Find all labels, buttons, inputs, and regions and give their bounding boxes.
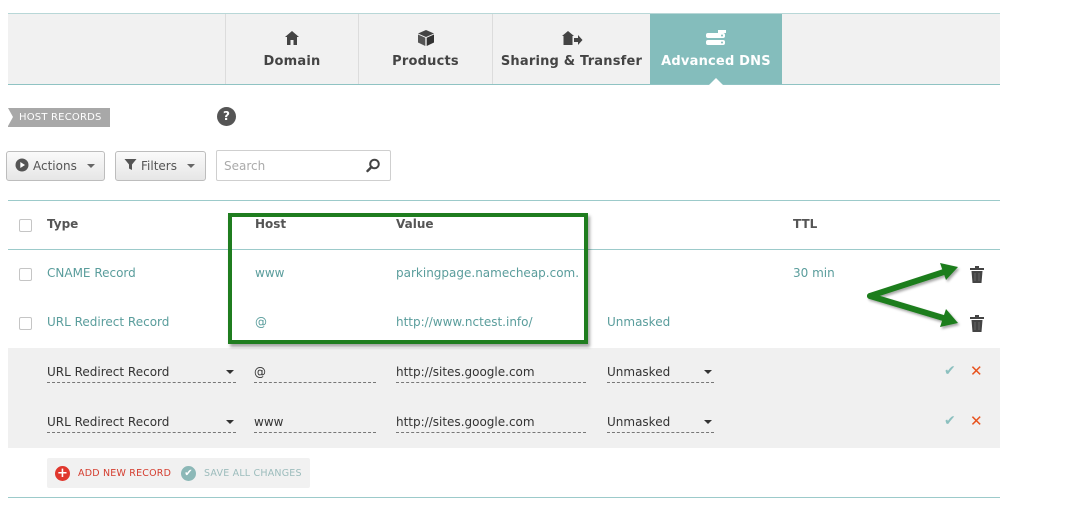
table-top-border <box>8 200 1000 201</box>
tab-label: Domain <box>263 54 321 69</box>
box-icon <box>417 28 435 48</box>
tab-label: Products <box>392 54 459 69</box>
mode-select[interactable]: Unmasked <box>607 364 714 383</box>
mode-select-value: Unmasked <box>607 365 671 379</box>
actions-button[interactable]: Actions <box>6 151 105 181</box>
host-field-value: @ <box>254 365 266 379</box>
annotation-highlight-box <box>228 213 588 344</box>
tab-label: Sharing & Transfer <box>500 54 643 69</box>
host-records-label: HOST RECORDS <box>8 108 110 127</box>
house-icon <box>284 28 300 48</box>
tab-label: Advanced DNS <box>661 54 771 69</box>
tab-bar: Domain Products Sharing & Transfer Advan… <box>8 13 1000 85</box>
row-checkbox[interactable] <box>19 268 32 281</box>
add-new-record-button[interactable]: + ADD NEW RECORD <box>47 458 180 488</box>
close-icon[interactable]: ✕ <box>970 412 983 430</box>
active-tab-caret <box>709 78 723 85</box>
save-all-changes-button[interactable]: ✔ SAVE ALL CHANGES <box>173 458 310 488</box>
filter-icon <box>124 158 137 174</box>
value-field-value: http://sites.google.com <box>396 365 535 379</box>
value-field-value: http://sites.google.com <box>396 415 535 429</box>
search-input[interactable] <box>217 151 357 180</box>
value-field[interactable]: http://sites.google.com <box>396 364 586 383</box>
tab-domain[interactable]: Domain <box>225 14 358 84</box>
help-icon[interactable]: ? <box>217 107 236 126</box>
check-circle-icon: ✔ <box>181 465 196 481</box>
trash-icon[interactable] <box>970 266 984 287</box>
mode-select-value: Unmasked <box>607 415 671 429</box>
check-icon[interactable]: ✔ <box>944 363 956 379</box>
transfer-icon <box>561 28 583 48</box>
header-type: Type <box>47 217 79 231</box>
filters-button[interactable]: Filters <box>115 151 206 181</box>
row-checkbox[interactable] <box>19 317 32 330</box>
edit-row: URL Redirect Record @ http://sites.googl… <box>8 348 1000 398</box>
actions-label: Actions <box>33 159 77 173</box>
plus-circle-icon: + <box>55 465 70 481</box>
search-box <box>216 150 391 181</box>
table-bottom-border <box>8 497 1000 498</box>
annotation-arrows <box>867 263 958 327</box>
row-ttl: 30 min <box>793 266 835 280</box>
type-select-value: URL Redirect Record <box>47 365 170 379</box>
type-select[interactable]: URL Redirect Record <box>47 364 236 383</box>
type-select[interactable]: URL Redirect Record <box>47 414 236 433</box>
host-field[interactable]: @ <box>254 364 376 383</box>
chevron-down-icon <box>226 370 234 374</box>
check-icon[interactable]: ✔ <box>944 413 956 429</box>
chevron-down-icon <box>186 164 195 168</box>
tab-products[interactable]: Products <box>358 14 492 84</box>
select-all-checkbox[interactable] <box>19 219 32 232</box>
chevron-down-icon <box>86 164 95 168</box>
value-field[interactable]: http://sites.google.com <box>396 414 586 433</box>
header-ttl: TTL <box>793 217 818 231</box>
filters-label: Filters <box>141 159 177 173</box>
trash-icon[interactable] <box>970 315 984 336</box>
mode-select[interactable]: Unmasked <box>607 414 714 433</box>
host-field-value: www <box>254 415 284 429</box>
host-field[interactable]: www <box>254 414 376 433</box>
chevron-down-icon <box>226 420 234 424</box>
tab-sharing-transfer[interactable]: Sharing & Transfer <box>492 14 650 84</box>
row-mode: Unmasked <box>607 315 671 329</box>
row-type: CNAME Record <box>47 266 136 280</box>
tab-advanced-dns[interactable]: Advanced DNS <box>650 14 782 85</box>
chevron-down-icon <box>704 370 712 374</box>
play-circle-icon <box>15 158 29 175</box>
chevron-down-icon <box>704 420 712 424</box>
add-new-record-label: ADD NEW RECORD <box>78 467 172 479</box>
server-icon <box>705 28 727 48</box>
type-select-value: URL Redirect Record <box>47 415 170 429</box>
close-icon[interactable]: ✕ <box>970 362 983 380</box>
edit-row: URL Redirect Record www http://sites.goo… <box>8 398 1000 448</box>
search-icon[interactable] <box>366 158 381 177</box>
save-all-changes-label: SAVE ALL CHANGES <box>204 467 302 479</box>
row-type: URL Redirect Record <box>47 315 170 329</box>
